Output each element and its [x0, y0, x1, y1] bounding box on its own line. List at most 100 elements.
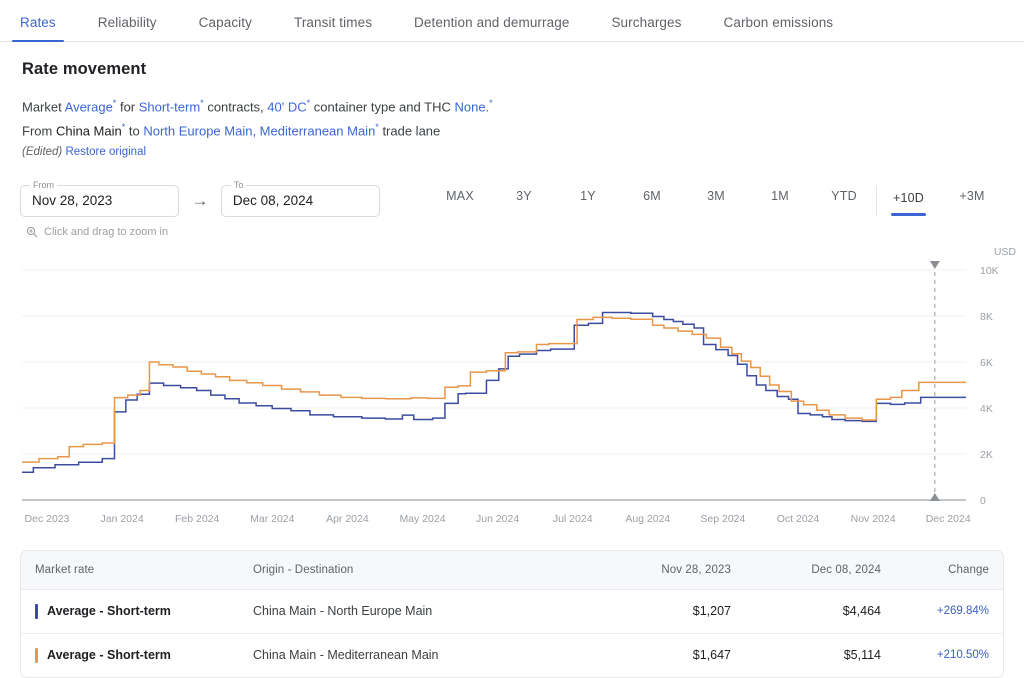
- tab-label: Reliability: [97, 15, 157, 30]
- y-tick-label: 2K: [980, 449, 993, 461]
- main-tabbar: Rates Reliability Capacity Transit times…: [0, 0, 1024, 42]
- chart-cursor-handle-top[interactable]: [929, 260, 940, 269]
- range-1m[interactable]: 1M: [748, 189, 812, 212]
- col-start-date: Nov 28, 2023: [613, 550, 753, 590]
- tab-label: Transit times: [293, 15, 373, 30]
- tab-rates[interactable]: Rates: [12, 15, 64, 42]
- to-date-label: To: [230, 179, 247, 190]
- cell-start-value: $1,207: [613, 589, 753, 634]
- cell-start-value: $1,647: [692, 648, 731, 663]
- to-date-field[interactable]: To Dec 08, 2024: [220, 179, 381, 217]
- chart-cursor-handle-bottom[interactable]: [929, 492, 940, 501]
- series-color-swatch: [35, 603, 38, 619]
- y-tick-label: 6K: [980, 357, 993, 369]
- tab-transit-times[interactable]: Transit times: [294, 15, 372, 41]
- origin-filter-link[interactable]: China Main: [56, 124, 122, 139]
- tab-capacity[interactable]: Capacity: [199, 15, 252, 41]
- tab-label: Carbon emissions: [723, 15, 834, 30]
- x-tick-label: Dec 2023: [25, 513, 70, 525]
- range-label: YTD: [831, 189, 857, 204]
- x-tick-label: Nov 2024: [851, 513, 896, 525]
- zoom-in-icon: [26, 226, 38, 238]
- asterisk-icon: *: [375, 122, 379, 133]
- range-1y[interactable]: 1Y: [556, 189, 620, 212]
- table-row[interactable]: Average - Short-term China Main - Mediter…: [21, 633, 1003, 677]
- col-market-rate: Market rate: [21, 550, 253, 590]
- chart-series-line-orange: [22, 316, 966, 463]
- range-label: 1Y: [580, 189, 596, 204]
- range-label: +3M: [959, 189, 985, 204]
- restore-original-link[interactable]: Restore original: [65, 146, 146, 158]
- to-word: to: [128, 123, 140, 139]
- range-label: 1M: [771, 189, 789, 204]
- range-label: 3M: [707, 189, 725, 204]
- range-label: +10D: [893, 190, 925, 205]
- date-range-toolbar: From Nov 28, 2023 → To Dec 08, 2024 MAX …: [20, 178, 1004, 224]
- filter-sentence-line-2: From China Main* to North Europe Main, M…: [22, 117, 1004, 141]
- tab-detention-and-demurrage[interactable]: Detention and demurrage: [414, 15, 569, 41]
- arrow-right-icon: →: [191, 190, 209, 210]
- asterisk-icon: *: [121, 122, 126, 133]
- range-selector: MAX 3Y 1Y 6M 3M 1M YTD +10D +3M: [428, 184, 1004, 218]
- range-3m[interactable]: 3M: [684, 189, 748, 212]
- col-origin-destination: Origin - Destination: [253, 550, 613, 590]
- range-max[interactable]: MAX: [428, 189, 492, 212]
- cell-market-rate: Average - Short-term: [21, 633, 253, 677]
- rate-movement-chart[interactable]: USD 0 2K 4K 6K 8K 10K Dec 2023 Jan 2024 Feb 2024…: [0, 242, 1024, 532]
- y-tick-label: 4K: [980, 403, 993, 415]
- x-tick-label: Feb 2024: [175, 513, 220, 525]
- cell-change[interactable]: +269.84%: [903, 589, 1003, 634]
- cell-end-value: $5,114: [843, 648, 881, 663]
- x-tick-label: May 2024: [399, 513, 445, 525]
- chart-zoom-hint-label: Click and drag to zoom in: [44, 225, 169, 238]
- range-plus-3m[interactable]: +3M: [940, 189, 1004, 212]
- series-color-swatch: [35, 647, 38, 663]
- contracts-word: contracts,: [207, 99, 264, 115]
- rate-summary-table: Market rate Origin - Destination Nov 28,…: [20, 549, 1004, 678]
- tab-carbon-emissions[interactable]: Carbon emissions: [724, 15, 834, 41]
- table-row[interactable]: Average - Short-term China Main - North E…: [21, 589, 1003, 634]
- asterisk-icon: *: [200, 98, 204, 108]
- range-3y[interactable]: 3Y: [492, 189, 556, 212]
- from-date-label: From: [30, 179, 57, 190]
- container-type-and-thc-word: container type and THC: [313, 99, 451, 115]
- range-ytd[interactable]: YTD: [812, 189, 876, 212]
- tab-surcharges[interactable]: Surcharges: [611, 15, 681, 41]
- asterisk-icon: *: [489, 98, 493, 108]
- cell-origin-destination: China Main - Mediterranean Main: [253, 648, 439, 663]
- asterisk-icon: *: [112, 98, 117, 108]
- cell-origin-destination: China Main - North Europe Main: [253, 589, 613, 634]
- chart-canvas[interactable]: 0 2K 4K 6K 8K 10K Dec 2023 Jan 2024 Feb 2024 Mar …: [0, 242, 1024, 532]
- x-tick-label: Mar 2024: [250, 513, 295, 525]
- col-end-date: Dec 08, 2024: [753, 550, 903, 590]
- table-header-row: Market rate Origin - Destination Nov 28,…: [21, 550, 1003, 590]
- from-date-value: Nov 28, 2023: [32, 193, 113, 209]
- container-type-filter-link[interactable]: 40' DC: [267, 99, 306, 114]
- x-tick-label: Aug 2024: [625, 513, 670, 525]
- destination-filter-link[interactable]: North Europe Main, Mediterranean Main: [143, 124, 375, 139]
- tab-label: Capacity: [198, 15, 252, 30]
- x-tick-label: Jun 2024: [476, 513, 519, 525]
- tab-reliability[interactable]: Reliability: [98, 15, 157, 41]
- y-tick-label: 10K: [980, 265, 999, 277]
- market-word: Market: [22, 99, 62, 115]
- contract-type-filter-link[interactable]: Short-term: [139, 99, 200, 114]
- cell-change[interactable]: +210.50%: [903, 633, 1003, 677]
- y-axis-unit-label: USD: [993, 245, 1016, 258]
- from-date-field[interactable]: From Nov 28, 2023: [20, 179, 180, 217]
- page-title: Rate movement: [22, 60, 147, 78]
- range-label: MAX: [446, 189, 474, 204]
- market-rate-label: Average - Short-term: [47, 604, 171, 619]
- asterisk-icon: *: [306, 98, 311, 108]
- thc-filter-link[interactable]: None.: [454, 99, 489, 114]
- range-plus-10d[interactable]: +10D: [876, 185, 940, 216]
- edited-label: (Edited): [22, 145, 63, 158]
- to-date-value: Dec 08, 2024: [232, 193, 314, 209]
- edited-notice: (Edited) Restore original: [22, 145, 1004, 160]
- filter-sentence-line-1: Market Average* for Short-term* contract…: [22, 93, 1004, 117]
- col-change: Change: [903, 550, 1003, 590]
- range-6m[interactable]: 6M: [620, 189, 684, 212]
- x-tick-label: Jan 2024: [100, 513, 143, 525]
- chart-zoom-hint: Click and drag to zoom in: [26, 226, 1024, 238]
- market-filter-link[interactable]: Average: [65, 99, 113, 114]
